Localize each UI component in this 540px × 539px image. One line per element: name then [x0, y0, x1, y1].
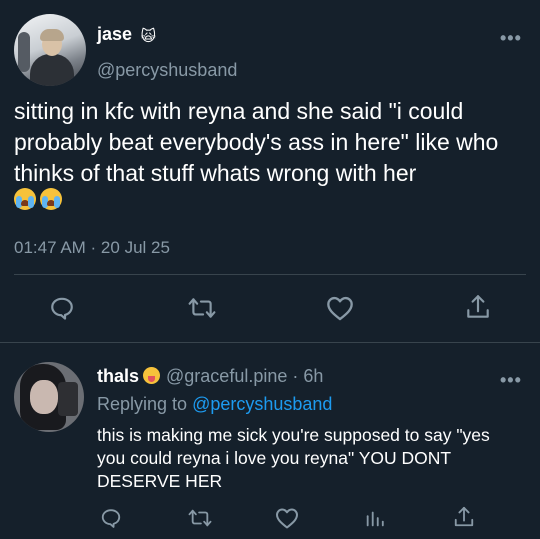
reply-share-button[interactable] — [450, 503, 478, 531]
reply-icon — [51, 297, 73, 320]
retweet-icon — [188, 509, 212, 527]
reply-author-name[interactable]: thals — [97, 366, 139, 386]
reply-icon — [101, 509, 121, 528]
author-handle[interactable]: @percyshusband — [97, 60, 237, 81]
tongue-face-icon — [143, 367, 161, 384]
replying-to-label: Replying to — [97, 394, 188, 414]
author-emoji-icon: 🙀 — [140, 27, 157, 45]
divider — [14, 274, 526, 275]
more-options-icon[interactable]: ••• — [500, 28, 522, 49]
retweet-button[interactable] — [188, 294, 216, 322]
reply-like-button[interactable] — [273, 504, 301, 532]
like-button[interactable] — [326, 294, 354, 322]
share-button[interactable] — [464, 293, 492, 321]
reply-retweet-button[interactable] — [186, 504, 214, 532]
tweet-timestamp[interactable]: 01:47 AM · 20 Jul 25 — [14, 238, 170, 258]
reply-reply-button[interactable] — [97, 504, 125, 532]
reply-more-options-icon[interactable]: ••• — [500, 370, 522, 391]
reply-analytics-button[interactable] — [361, 504, 389, 532]
crying-face-icon — [14, 188, 36, 210]
avatar-face — [30, 380, 58, 414]
reply-author-avatar[interactable] — [14, 362, 84, 432]
tweet-text: sitting in kfc with reyna and she said "… — [14, 98, 499, 186]
reply-button[interactable] — [48, 294, 76, 322]
heart-icon — [327, 296, 353, 321]
replying-to-line: Replying to @percyshusband — [97, 394, 332, 415]
share-icon — [454, 506, 474, 527]
avatar-body — [30, 54, 74, 86]
avatar-hair — [40, 29, 64, 41]
reply-header[interactable]: thals @graceful.pine · 6h — [97, 366, 323, 387]
tweet-emojis — [14, 188, 66, 215]
heart-icon — [276, 508, 298, 529]
divider — [0, 342, 540, 343]
author-avatar[interactable] — [14, 14, 86, 86]
reply-handle-time[interactable]: @graceful.pine · 6h — [166, 366, 323, 386]
replying-to-link[interactable]: @percyshusband — [192, 394, 332, 414]
author-name-row[interactable]: jase 🙀 — [97, 24, 156, 45]
avatar-background-tree — [18, 32, 30, 72]
author-name[interactable]: jase — [97, 24, 132, 44]
share-icon — [467, 295, 489, 318]
crying-face-icon — [40, 188, 62, 210]
retweet-icon — [188, 298, 216, 318]
avatar-phone — [58, 382, 78, 416]
reply-text: this is making me sick you're supposed t… — [97, 425, 490, 491]
analytics-icon — [366, 511, 384, 527]
